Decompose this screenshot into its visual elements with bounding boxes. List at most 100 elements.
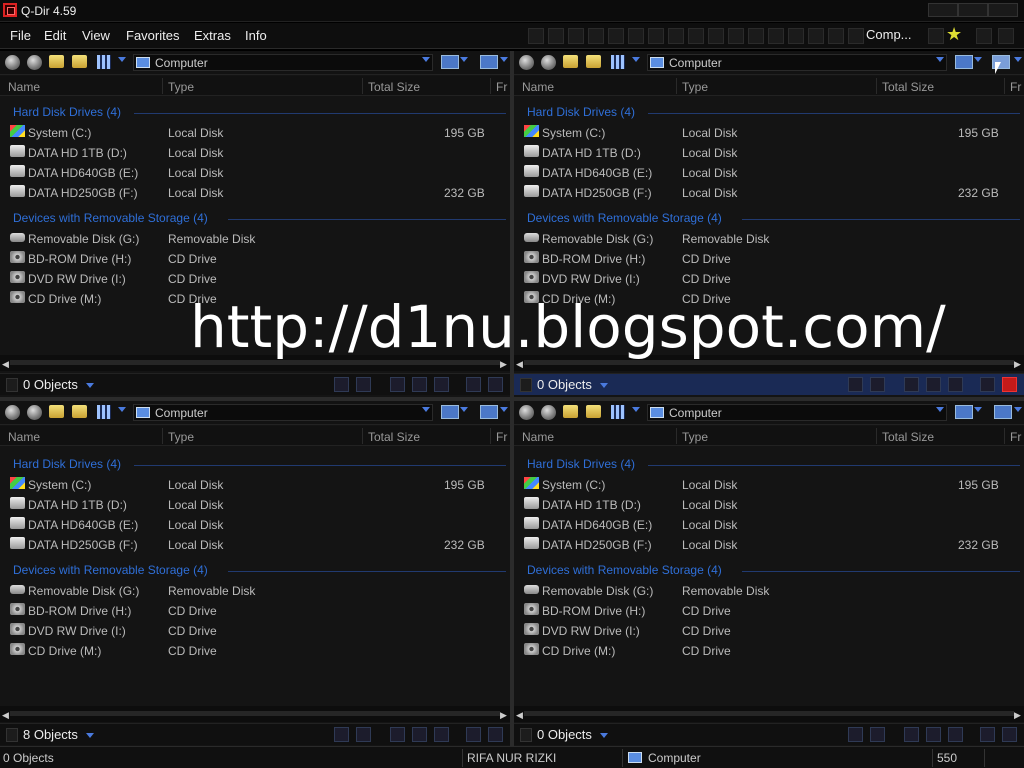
tool-icon[interactable]: [1002, 377, 1017, 392]
desktop-dropdown-icon[interactable]: [460, 407, 468, 412]
desktop-dropdown-icon[interactable]: [460, 57, 468, 62]
list-item[interactable]: System (C:) Local Disk 195 GB: [514, 475, 1024, 495]
settings-icon[interactable]: [928, 28, 944, 44]
help-icon[interactable]: [998, 28, 1014, 44]
pane-options-icon[interactable]: [994, 405, 1012, 419]
column-separator[interactable]: [162, 78, 163, 94]
open-folder-icon[interactable]: [72, 55, 87, 68]
list-item[interactable]: DATA HD640GB (E:) Local Disk: [514, 515, 1024, 535]
open-folder-icon[interactable]: [72, 405, 87, 418]
list-item[interactable]: BD-ROM Drive (H:) CD Drive: [0, 601, 510, 621]
list-item[interactable]: DATA HD640GB (E:) Local Disk: [0, 163, 510, 183]
column-name[interactable]: Name: [8, 430, 40, 444]
layout-1-icon[interactable]: [528, 28, 544, 44]
layout-8-icon[interactable]: [668, 28, 684, 44]
layout-17-icon[interactable]: [848, 28, 864, 44]
view-mode-icon[interactable]: [611, 405, 625, 419]
pane-options-icon[interactable]: [480, 55, 498, 69]
forward-icon[interactable]: [27, 55, 42, 70]
list-item[interactable]: System (C:) Local Disk 195 GB: [0, 123, 510, 143]
desktop-dropdown-icon[interactable]: [974, 57, 982, 62]
tool-icon[interactable]: [488, 727, 503, 742]
layout-12-icon[interactable]: [748, 28, 764, 44]
column-name[interactable]: Name: [522, 80, 554, 94]
layout-7-icon[interactable]: [648, 28, 664, 44]
objects-count[interactable]: 0 Objects: [537, 377, 592, 392]
column-separator[interactable]: [876, 78, 877, 94]
list-item[interactable]: DATA HD 1TB (D:) Local Disk: [514, 143, 1024, 163]
list-item[interactable]: DVD RW Drive (I:) CD Drive: [514, 269, 1024, 289]
list-item[interactable]: Removable Disk (G:) Removable Disk: [514, 581, 1024, 601]
tool-icon[interactable]: [948, 727, 963, 742]
tool-icon[interactable]: [870, 377, 885, 392]
column-separator[interactable]: [362, 428, 363, 444]
layout-9-icon[interactable]: [688, 28, 704, 44]
list-item[interactable]: System (C:) Local Disk 195 GB: [514, 123, 1024, 143]
back-icon[interactable]: [5, 55, 20, 70]
objects-dropdown-icon[interactable]: [86, 383, 94, 388]
horizontal-scrollbar[interactable]: ◀ ▶: [0, 706, 510, 722]
view-mode-icon[interactable]: [97, 55, 111, 69]
list-item[interactable]: DATA HD250GB (F:) Local Disk 232 GB: [514, 535, 1024, 555]
view-mode-dropdown-icon[interactable]: [632, 407, 640, 412]
list-item[interactable]: CD Drive (M:) CD Drive: [514, 641, 1024, 661]
open-folder-icon[interactable]: [586, 55, 601, 68]
folder-up-icon[interactable]: [49, 55, 64, 68]
objects-count[interactable]: 8 Objects: [23, 727, 78, 742]
favorites-star-icon[interactable]: ★: [946, 24, 962, 44]
column-type[interactable]: Type: [682, 80, 708, 94]
column-free[interactable]: Fr: [1010, 430, 1021, 444]
maximize-button[interactable]: [958, 3, 988, 17]
tool-icon[interactable]: [926, 377, 941, 392]
pane-options-dropdown-icon[interactable]: [500, 57, 508, 62]
pane-options-dropdown-icon[interactable]: [500, 407, 508, 412]
tool-icon[interactable]: [412, 727, 427, 742]
list-item[interactable]: DATA HD 1TB (D:) Local Disk: [0, 495, 510, 515]
scroll-track[interactable]: [524, 711, 1014, 716]
column-separator[interactable]: [676, 78, 677, 94]
scroll-left-icon[interactable]: ◀: [2, 359, 9, 370]
folder-up-icon[interactable]: [49, 405, 64, 418]
pane-status-icon[interactable]: [520, 378, 532, 392]
desktop-view-icon[interactable]: [441, 405, 459, 419]
pane-options-dropdown-icon[interactable]: [1014, 57, 1022, 62]
tool-icon[interactable]: [870, 727, 885, 742]
column-total-size[interactable]: Total Size: [368, 80, 420, 94]
tool-icon[interactable]: [356, 377, 371, 392]
qdir-app-icon[interactable]: [3, 3, 17, 17]
group-hard-disk-drives[interactable]: Hard Disk Drives (4): [13, 457, 121, 471]
scroll-track[interactable]: [10, 711, 500, 716]
horizontal-splitter[interactable]: [0, 397, 1024, 401]
column-separator[interactable]: [490, 428, 491, 444]
menu-extras[interactable]: Extras: [194, 28, 231, 43]
list-item[interactable]: DATA HD250GB (F:) Local Disk 232 GB: [514, 183, 1024, 203]
view-mode-dropdown-icon[interactable]: [118, 57, 126, 62]
column-type[interactable]: Type: [168, 430, 194, 444]
layout-3-icon[interactable]: [568, 28, 584, 44]
column-type[interactable]: Type: [682, 430, 708, 444]
scroll-left-icon[interactable]: ◀: [2, 710, 9, 721]
column-separator[interactable]: [362, 78, 363, 94]
close-button[interactable]: [988, 3, 1018, 17]
back-icon[interactable]: [5, 405, 20, 420]
menu-file[interactable]: File: [10, 28, 31, 43]
tool-icon[interactable]: [334, 727, 349, 742]
pane-status-icon[interactable]: [520, 728, 532, 742]
forward-icon[interactable]: [541, 405, 556, 420]
tool-icon[interactable]: [434, 727, 449, 742]
list-item[interactable]: DATA HD 1TB (D:) Local Disk: [0, 143, 510, 163]
column-total-size[interactable]: Total Size: [368, 430, 420, 444]
group-removable-storage[interactable]: Devices with Removable Storage (4): [13, 211, 208, 225]
back-icon[interactable]: [519, 405, 534, 420]
scroll-right-icon[interactable]: ▶: [1014, 710, 1021, 721]
layout-13-icon[interactable]: [768, 28, 784, 44]
layout-10-icon[interactable]: [708, 28, 724, 44]
back-icon[interactable]: [519, 55, 534, 70]
list-item[interactable]: DATA HD250GB (F:) Local Disk 232 GB: [0, 183, 510, 203]
view-mode-icon[interactable]: [97, 405, 111, 419]
scroll-right-icon[interactable]: ▶: [500, 710, 507, 721]
layout-15-icon[interactable]: [808, 28, 824, 44]
view-mode-dropdown-icon[interactable]: [632, 57, 640, 62]
column-separator[interactable]: [1004, 78, 1005, 94]
tool-icon[interactable]: [980, 377, 995, 392]
